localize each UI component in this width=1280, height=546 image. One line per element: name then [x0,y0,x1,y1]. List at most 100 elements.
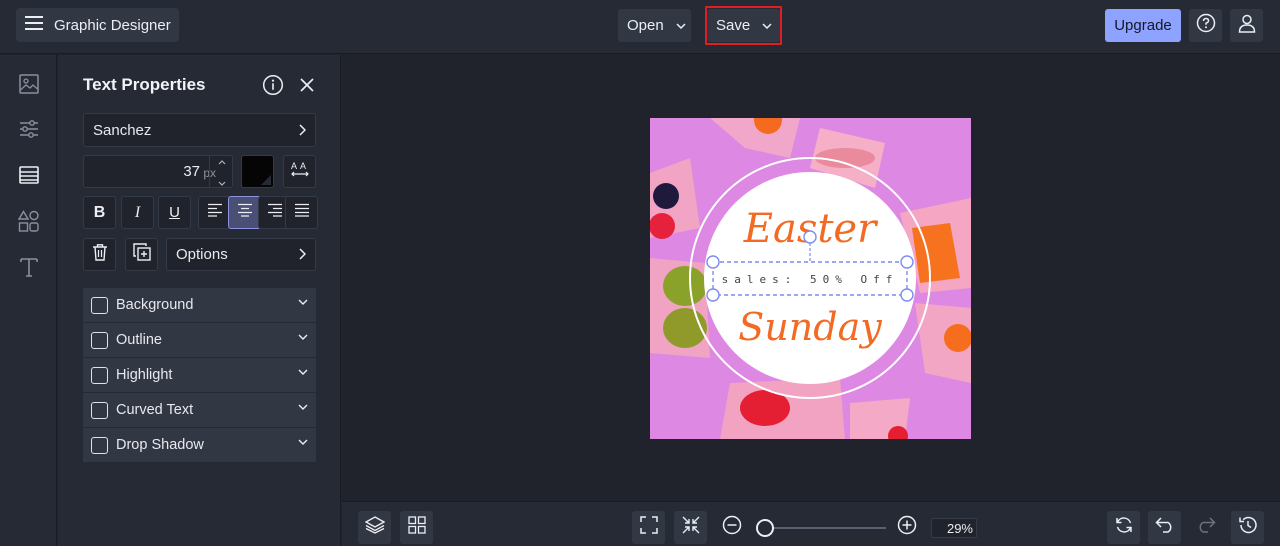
grid-icon [407,516,426,539]
bold-button[interactable]: B [83,196,116,229]
tool-rail [0,55,57,546]
section-curved-text[interactable]: Curved Text [83,393,316,427]
zoom-out-button[interactable] [715,511,748,544]
duplicate-button[interactable] [125,238,158,271]
align-justify-button[interactable] [285,196,318,229]
zoom-slider-track[interactable] [766,527,886,529]
main-menu-button[interactable]: Graphic Designer [16,8,179,42]
font-size-stepper[interactable] [209,155,233,188]
fit-to-screen-button[interactable] [632,511,665,544]
info-button[interactable] [262,74,284,96]
zoom-level-input[interactable]: 29% [931,518,977,538]
section-label: Curved Text [116,402,194,418]
shapes-icon [17,209,40,237]
font-family-select[interactable]: Sanchez [83,113,316,147]
close-icon [296,78,318,100]
help-button[interactable] [1189,9,1222,42]
layers-icon [364,516,385,539]
collapse-icon [682,516,700,539]
underline-button[interactable]: U [158,196,191,229]
drop-shadow-checkbox[interactable] [91,436,108,454]
align-center-icon [237,203,253,222]
highlight-checkbox[interactable] [91,366,108,384]
chevron-down-icon [298,439,308,445]
chevron-down-icon[interactable] [218,173,226,191]
align-left-button[interactable] [198,196,231,229]
save-highlight-frame [705,6,782,45]
section-background[interactable]: Background [83,288,316,322]
selected-text[interactable]: sales: 50% Off [722,273,899,286]
undo-icon [1154,517,1175,538]
resize-handle[interactable] [706,288,720,302]
italic-icon: I [134,203,141,221]
chevron-right-icon [299,248,306,260]
panel-title: Text Properties [83,75,206,94]
resize-handle[interactable] [900,288,914,302]
letter-spacing-icon: AA [290,160,310,183]
letter-spacing-button[interactable]: AA [283,155,316,188]
rail-item-shapes[interactable] [16,209,42,237]
chevron-down-icon [298,299,308,305]
font-size-value: 37 [183,163,200,180]
svg-text:A: A [291,161,297,171]
curved-text-checkbox[interactable] [91,401,108,419]
resize-handle[interactable] [900,255,914,269]
top-bar: Graphic Designer Open Save Upgrade [0,0,1280,54]
svg-text:A: A [300,161,306,171]
layers-button[interactable] [358,511,391,544]
outline-checkbox[interactable] [91,331,108,349]
text-color-swatch[interactable] [241,155,274,188]
help-icon [1196,13,1216,38]
history-icon [1238,515,1258,540]
section-label: Outline [116,332,162,348]
align-center-button[interactable] [228,196,261,229]
shrink-button[interactable] [674,511,707,544]
chevron-down-icon [298,334,308,340]
zoom-in-button[interactable] [890,511,923,544]
design-artwork: Easter sales: 50% Off Sunday [650,118,971,439]
section-outline[interactable]: Outline [83,323,316,357]
align-justify-icon [294,203,310,222]
grid-view-button[interactable] [400,511,433,544]
italic-button[interactable]: I [121,196,154,229]
chevron-up-icon[interactable] [218,152,226,170]
redo-icon [1196,517,1216,538]
headline-text[interactable]: Easter [743,206,879,252]
chevron-down-icon [298,404,308,410]
rail-item-background[interactable] [16,164,42,190]
hamburger-icon [25,15,43,35]
rail-item-text[interactable] [16,256,42,282]
rotate-handle[interactable] [803,230,817,244]
close-panel-button[interactable] [296,74,318,96]
account-button[interactable] [1230,9,1263,42]
font-size-input[interactable]: 37 px [83,155,233,188]
options-button[interactable]: Options [166,238,316,271]
background-icon [19,165,39,189]
footer-text[interactable]: Sunday [738,305,882,349]
bottom-toolbar: 29% [342,501,1280,546]
rail-item-images[interactable] [16,73,42,99]
duplicate-icon [132,243,151,266]
user-icon [1238,14,1256,38]
upgrade-button[interactable]: Upgrade [1105,9,1181,42]
section-label: Background [116,297,194,313]
section-drop-shadow[interactable]: Drop Shadow [83,428,316,462]
align-left-icon [207,203,223,222]
section-highlight[interactable]: Highlight [83,358,316,392]
section-label: Highlight [116,367,173,383]
delete-button[interactable] [83,238,116,271]
trash-icon [92,243,108,266]
redo-button[interactable] [1189,511,1222,544]
app-title: Graphic Designer [54,16,171,34]
undo-button[interactable] [1148,511,1181,544]
section-label: Drop Shadow [116,437,204,453]
open-label: Open [627,17,664,34]
reset-button[interactable] [1107,511,1140,544]
rail-item-adjustments[interactable] [16,118,42,144]
zoom-slider-handle[interactable] [756,519,774,537]
open-dropdown-button[interactable]: Open [618,9,691,42]
design-artboard[interactable]: Easter sales: 50% Off Sunday [650,118,971,439]
resize-handle[interactable] [706,255,720,269]
background-checkbox[interactable] [91,296,108,314]
history-button[interactable] [1231,511,1264,544]
